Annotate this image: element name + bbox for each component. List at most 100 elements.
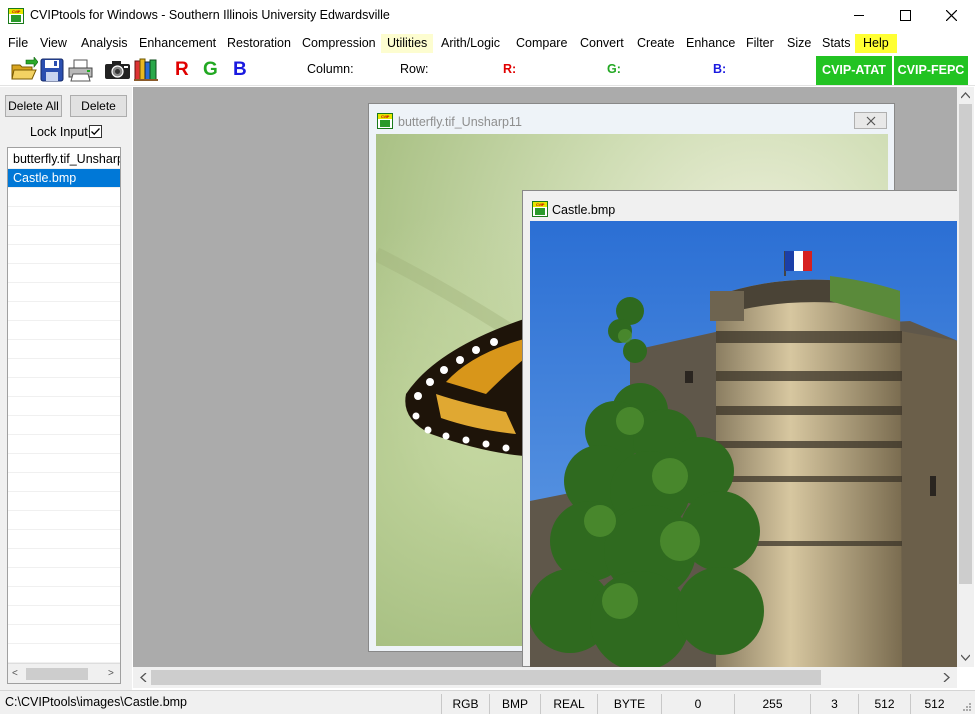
- empty-row: [8, 207, 120, 226]
- cvip-fepc-button[interactable]: CVIP-FEPC: [894, 56, 968, 85]
- empty-row: [8, 378, 120, 397]
- delete-all-button[interactable]: Delete All: [5, 95, 62, 117]
- list-item[interactable]: butterfly.tif_Unsharp11: [8, 150, 120, 169]
- empty-row: [8, 321, 120, 340]
- menu-arith-logic[interactable]: Arith/Logic: [435, 34, 506, 53]
- castle-image-window[interactable]: CVIP Castle.bmp: [522, 190, 958, 667]
- green-channel-button[interactable]: G: [203, 59, 218, 81]
- window-icon: CVIP: [377, 113, 393, 129]
- image-file-list: butterfly.tif_Unsharp11 Castle.bmp < >: [7, 147, 121, 684]
- vscroll-thumb[interactable]: [959, 104, 972, 584]
- menu-convert[interactable]: Convert: [574, 34, 630, 53]
- red-channel-button[interactable]: R: [175, 59, 189, 81]
- resize-grip-icon: [963, 703, 971, 711]
- status-height: 512: [910, 694, 958, 714]
- status-max-value: 255: [734, 694, 810, 714]
- scroll-right-icon[interactable]: >: [108, 668, 114, 679]
- menu-stats[interactable]: Stats: [816, 34, 857, 53]
- books-icon[interactable]: [134, 57, 159, 82]
- menu-compression[interactable]: Compression: [296, 34, 382, 53]
- list-item-selected[interactable]: Castle.bmp: [8, 169, 120, 188]
- menu-help[interactable]: Help: [855, 34, 897, 53]
- scroll-left-icon: [140, 673, 147, 682]
- empty-row: [8, 625, 120, 644]
- row-label: Row:: [400, 62, 429, 76]
- close-button[interactable]: [928, 0, 974, 31]
- empty-row: [8, 283, 120, 302]
- empty-row: [8, 530, 120, 549]
- menu-enhancement[interactable]: Enhancement: [133, 34, 222, 53]
- menu-compare[interactable]: Compare: [510, 34, 573, 53]
- save-icon[interactable]: [40, 58, 64, 82]
- title-bar: CVIP CVIPtools for Windows - Southern Il…: [0, 0, 975, 31]
- blue-channel-button[interactable]: B: [233, 59, 247, 81]
- minimize-icon: [853, 15, 864, 16]
- empty-row: [8, 245, 120, 264]
- scroll-left-icon[interactable]: <: [12, 668, 18, 679]
- maximize-icon: [899, 10, 911, 21]
- open-folder-icon[interactable]: [10, 57, 38, 83]
- status-file-format: BMP: [489, 694, 540, 714]
- castle-image: [530, 221, 958, 667]
- delete-button[interactable]: Delete: [70, 95, 127, 117]
- empty-row: [8, 511, 120, 530]
- menu-filter[interactable]: Filter: [740, 34, 780, 53]
- status-width: 512: [858, 694, 910, 714]
- workspace-hscrollbar[interactable]: [133, 667, 957, 688]
- empty-row: [8, 473, 120, 492]
- scroll-down-icon: [961, 654, 970, 661]
- empty-row: [8, 492, 120, 511]
- menu-view[interactable]: View: [34, 34, 73, 53]
- menu-size[interactable]: Size: [781, 34, 817, 53]
- lock-input-checkbox[interactable]: [89, 125, 102, 138]
- cvip-atat-button[interactable]: CVIP-ATAT: [816, 56, 892, 85]
- maximize-button[interactable]: [882, 0, 928, 31]
- window-icon: CVIP: [532, 201, 548, 217]
- status-data-type: REAL: [540, 694, 597, 714]
- empty-row: [8, 568, 120, 587]
- hscroll-thumb[interactable]: [151, 670, 821, 685]
- empty-row: [8, 416, 120, 435]
- workspace-vscrollbar[interactable]: [957, 87, 974, 667]
- g-value-label: G:: [607, 62, 621, 76]
- status-bar: C:\CVIPtools\images\Castle.bmp RGB BMP R…: [0, 690, 975, 714]
- status-path: C:\CVIPtools\images\Castle.bmp: [5, 695, 188, 709]
- status-min-value: 0: [661, 694, 734, 714]
- app-icon: CVIP: [8, 8, 24, 24]
- close-icon: [945, 10, 957, 21]
- empty-row: [8, 606, 120, 625]
- menu-file[interactable]: File: [2, 34, 34, 53]
- empty-row: [8, 435, 120, 454]
- r-value-label: R:: [503, 62, 517, 76]
- empty-row: [8, 549, 120, 568]
- empty-row: [8, 644, 120, 663]
- menu-utilities[interactable]: Utilities: [381, 34, 434, 53]
- menu-create[interactable]: Create: [631, 34, 681, 53]
- empty-row: [8, 226, 120, 245]
- menu-enhance[interactable]: Enhance: [680, 34, 741, 53]
- empty-row: [8, 359, 120, 378]
- empty-row: [8, 397, 120, 416]
- list-hscroll-thumb[interactable]: [26, 668, 88, 680]
- empty-row: [8, 587, 120, 606]
- close-button[interactable]: [854, 112, 887, 129]
- lock-input-label: Lock Input: [30, 125, 88, 139]
- empty-row: [8, 340, 120, 359]
- empty-row: [8, 188, 120, 207]
- menu-bar: File View Analysis Enhancement Restorati…: [0, 31, 975, 54]
- empty-row: [8, 264, 120, 283]
- print-icon[interactable]: [67, 58, 94, 82]
- close-icon: [866, 116, 876, 126]
- resize-grip[interactable]: [961, 701, 973, 713]
- menu-analysis[interactable]: Analysis: [75, 34, 134, 53]
- status-bands: 3: [810, 694, 858, 714]
- empty-row: [8, 454, 120, 473]
- b-value-label: B:: [713, 62, 727, 76]
- window-title: CVIPtools for Windows - Southern Illinoi…: [30, 8, 390, 22]
- minimize-button[interactable]: [836, 0, 882, 31]
- window-title: Castle.bmp: [552, 203, 616, 217]
- empty-row: [8, 302, 120, 321]
- camera-icon[interactable]: [104, 60, 131, 80]
- list-hscrollbar[interactable]: < >: [8, 663, 120, 683]
- menu-restoration[interactable]: Restoration: [221, 34, 297, 53]
